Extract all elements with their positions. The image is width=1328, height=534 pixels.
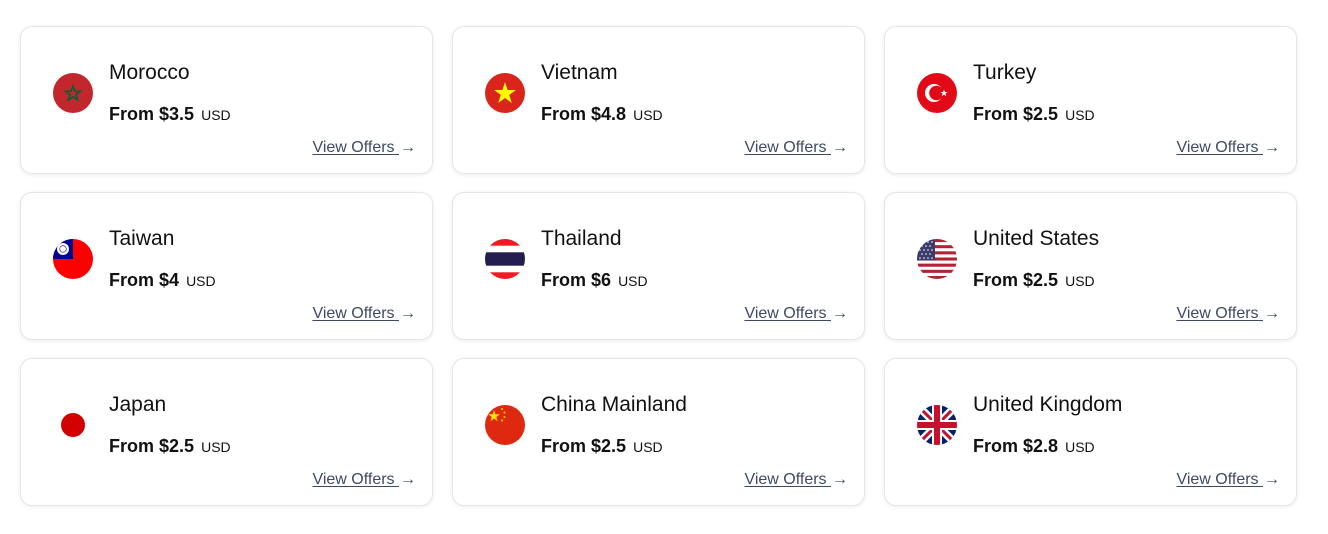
price-label: From $2.5 USD bbox=[109, 436, 231, 456]
destination-card-japan[interactable]: Japan From $2.5 USD View Offers → bbox=[20, 358, 433, 506]
country-name: Vietnam bbox=[541, 61, 618, 84]
arrow-right-icon: → bbox=[832, 139, 848, 156]
arrow-right-icon: → bbox=[832, 305, 848, 322]
arrow-right-icon: → bbox=[400, 139, 416, 156]
view-offers-link[interactable]: View Offers → bbox=[312, 305, 416, 323]
destination-card-united-kingdom[interactable]: United Kingdom From $2.8 USD View Offers… bbox=[884, 358, 1297, 506]
price-label: From $2.5 USD bbox=[973, 104, 1095, 124]
price-label: From $2.5 USD bbox=[541, 436, 663, 456]
view-offers-link[interactable]: View Offers → bbox=[744, 305, 848, 323]
price-label: From $2.8 USD bbox=[973, 436, 1095, 456]
arrow-right-icon: → bbox=[1264, 471, 1280, 488]
country-name: Thailand bbox=[541, 227, 622, 250]
country-name: Morocco bbox=[109, 61, 190, 84]
price-label: From $3.5 USD bbox=[109, 104, 231, 124]
view-offers-link[interactable]: View Offers → bbox=[312, 471, 416, 489]
arrow-right-icon: → bbox=[1264, 305, 1280, 322]
price-label: From $2.5 USD bbox=[973, 270, 1095, 290]
price-label: From $6 USD bbox=[541, 270, 648, 290]
view-offers-link[interactable]: View Offers → bbox=[312, 139, 416, 157]
view-offers-link[interactable]: View Offers → bbox=[1176, 471, 1280, 489]
arrow-right-icon: → bbox=[832, 471, 848, 488]
arrow-right-icon: → bbox=[400, 305, 416, 322]
price-label: From $4 USD bbox=[109, 270, 216, 290]
country-name: United States bbox=[973, 227, 1100, 250]
destination-card-morocco[interactable]: Morocco From $3.5 USD View Offers → bbox=[20, 26, 433, 174]
view-offers-link[interactable]: View Offers → bbox=[744, 139, 848, 157]
turkey-flag-icon bbox=[917, 73, 957, 113]
morocco-flag-icon bbox=[53, 73, 93, 113]
destination-card-vietnam[interactable]: Vietnam From $4.8 USD View Offers → bbox=[452, 26, 865, 174]
vietnam-flag-icon bbox=[485, 73, 525, 113]
japan-flag-icon bbox=[53, 405, 93, 445]
china-flag-icon bbox=[485, 405, 525, 445]
country-name: United Kingdom bbox=[973, 393, 1123, 416]
taiwan-flag-icon bbox=[53, 239, 93, 279]
view-offers-link[interactable]: View Offers → bbox=[1176, 139, 1280, 157]
united-states-flag-icon bbox=[917, 239, 957, 279]
country-name: Turkey bbox=[973, 61, 1037, 84]
destination-card-turkey[interactable]: Turkey From $2.5 USD View Offers → bbox=[884, 26, 1297, 174]
view-offers-link[interactable]: View Offers → bbox=[744, 471, 848, 489]
thailand-flag-icon bbox=[485, 239, 525, 279]
view-offers-link[interactable]: View Offers → bbox=[1176, 305, 1280, 323]
arrow-right-icon: → bbox=[400, 471, 416, 488]
destination-card-china-mainland[interactable]: China Mainland From $2.5 USD View Offers… bbox=[452, 358, 865, 506]
destination-card-united-states[interactable]: United States From $2.5 USD View Offers … bbox=[884, 192, 1297, 340]
united-kingdom-flag-icon bbox=[917, 405, 957, 445]
destination-card-taiwan[interactable]: Taiwan From $4 USD View Offers → bbox=[20, 192, 433, 340]
country-name: China Mainland bbox=[541, 393, 687, 416]
country-name: Taiwan bbox=[109, 227, 175, 250]
country-name: Japan bbox=[109, 393, 167, 416]
destination-card-thailand[interactable]: Thailand From $6 USD View Offers → bbox=[452, 192, 865, 340]
price-label: From $4.8 USD bbox=[541, 104, 663, 124]
arrow-right-icon: → bbox=[1264, 139, 1280, 156]
